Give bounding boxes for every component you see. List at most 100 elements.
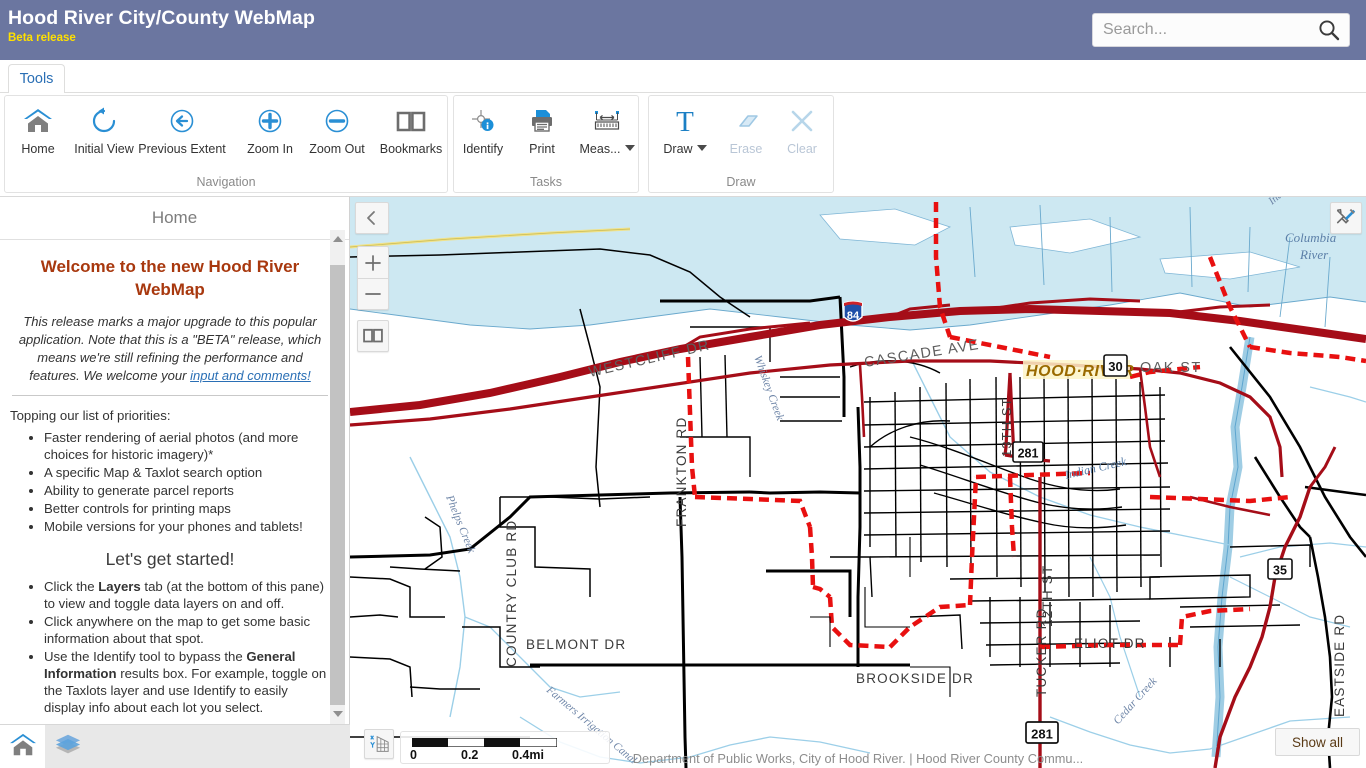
input-and-comments-link[interactable]: input and comments! <box>190 368 311 383</box>
tab-tools[interactable]: Tools <box>8 64 65 93</box>
list-item-pre: Use the Identify tool to bypass the <box>44 649 247 664</box>
left-panel: Home Welcome to the new Hood River WebMa… <box>0 197 350 768</box>
back-arrow-circle-icon <box>167 104 197 138</box>
ribbon-group-navigation: Home Initial View Previous Extent Zoom I… <box>4 95 448 193</box>
map-label-eastside-rd: EASTSIDE RD <box>1332 614 1347 717</box>
task-identify-button[interactable]: Identify <box>451 104 515 166</box>
task-print-label: Print <box>529 142 555 156</box>
nav-zoom-out-button[interactable]: Zoom Out <box>304 104 370 166</box>
task-print-button[interactable]: Print <box>510 104 574 166</box>
left-panel-footer <box>0 724 350 768</box>
list-item: Better controls for printing maps <box>44 500 330 517</box>
tools-wrench-screwdriver-icon <box>1336 208 1356 224</box>
list-item-pre: Click anywhere on the map to get some ba… <box>44 614 311 646</box>
list-item: Faster rendering of aerial photos (and m… <box>44 429 330 463</box>
search-box[interactable] <box>1092 13 1350 47</box>
scroll-down-button[interactable] <box>330 705 345 722</box>
map-scalebar: 0 0.2 0.4mi <box>400 731 610 764</box>
list-item-bold: Layers <box>98 579 141 594</box>
left-panel-title: Home <box>0 197 349 240</box>
ribbon-toolbar: Home Initial View Previous Extent Zoom I… <box>0 93 1366 197</box>
map-label-columbia-river: Columbia <box>1285 230 1337 245</box>
divider <box>12 395 328 396</box>
draw-text-label: Draw <box>663 142 707 156</box>
draw-erase-button: Erase <box>715 104 777 166</box>
xy-grid-icon <box>370 735 389 752</box>
collapse-panel-button[interactable] <box>355 202 389 234</box>
app-subtitle: Beta release <box>8 32 76 44</box>
home-icon <box>8 732 38 763</box>
scalebar-labels: 0 0.2 0.4mi <box>401 748 611 764</box>
app-header: Hood River City/County WebMap Beta relea… <box>0 0 1366 60</box>
book-icon <box>395 104 427 138</box>
nav-zoom-out-label: Zoom Out <box>309 142 365 156</box>
task-identify-label: Identify <box>462 142 504 156</box>
left-panel-scrollbar-thumb[interactable] <box>330 265 345 720</box>
nav-initial-view-button[interactable]: Initial View <box>71 104 137 166</box>
shield-state-281-north: 281 <box>1012 441 1044 463</box>
nav-zoom-in-button[interactable]: Zoom In <box>237 104 303 166</box>
footer-tab-layers[interactable] <box>45 725 90 768</box>
map-label-belmont-dr: BELMONT DR <box>526 637 626 652</box>
ribbon-group-draw-label: Draw <box>726 175 756 189</box>
chevron-down-icon[interactable] <box>696 145 707 151</box>
list-item: Mobile versions for your phones and tabl… <box>44 518 330 535</box>
scalebar-tick-1: 0.2 <box>461 748 479 762</box>
nav-home-button[interactable]: Home <box>5 104 71 166</box>
webmap-application: Hood River City/County WebMap Beta relea… <box>0 0 1366 768</box>
footer-tab-home[interactable] <box>0 725 45 768</box>
ribbon-group-tasks-label: Tasks <box>530 175 562 189</box>
ribbon-group-draw: T Draw Erase Clear Draw <box>648 95 834 193</box>
map-bookmarks-button[interactable] <box>357 320 389 352</box>
search-input[interactable] <box>1093 15 1349 45</box>
list-item: Ability to generate parcel reports <box>44 482 330 499</box>
plus-icon <box>365 254 381 271</box>
draw-text-button[interactable]: T Draw <box>649 104 721 166</box>
task-measure-text: Meas... <box>579 142 621 156</box>
ribbon-group-navigation-label: Navigation <box>196 175 256 189</box>
layers-icon <box>53 732 83 763</box>
svg-text:30: 30 <box>1108 359 1122 374</box>
list-item: A specific Map & Taxlot search option <box>44 464 330 481</box>
get-started-heading: Let's get started! <box>105 549 235 569</box>
map-label-brookside-dr: BROOKSIDE DR <box>856 671 974 686</box>
ribbon-tab-bar: Tools <box>0 60 1366 93</box>
search-icon[interactable] <box>1317 18 1341 42</box>
nav-bookmarks-button[interactable]: Bookmarks <box>378 104 444 166</box>
scroll-up-button[interactable] <box>330 230 345 247</box>
plus-circle-icon <box>255 104 285 138</box>
map-label-13th-st: 13TH ST <box>999 397 1014 457</box>
left-panel-content: Welcome to the new Hood River WebMap Thi… <box>0 241 350 724</box>
ribbon-group-tasks: Identify Print Meas... Tasks <box>453 95 639 193</box>
list-item: Click anywhere on the map to get some ba… <box>44 613 330 647</box>
nav-home-label: Home <box>21 142 55 156</box>
shield-state-35: 35 <box>1267 558 1293 580</box>
printer-icon <box>528 104 556 138</box>
eraser-icon <box>731 104 761 138</box>
draw-clear-label: Clear <box>787 142 817 156</box>
map-zoom-out-button[interactable] <box>357 278 389 310</box>
draw-erase-label: Erase <box>729 142 763 156</box>
map-tools-button[interactable] <box>1330 202 1362 234</box>
close-x-icon <box>789 104 815 138</box>
map-label-country-club-rd: COUNTRY CLUB RD <box>504 520 519 667</box>
map-label-12th-st: 12TH ST <box>1040 565 1055 627</box>
coordinates-button[interactable] <box>364 729 394 759</box>
show-all-button[interactable]: Show all <box>1275 728 1360 756</box>
chevron-down-icon[interactable] <box>624 145 635 151</box>
shield-state-281-south: 281 <box>1025 721 1059 744</box>
task-measure-button[interactable]: Meas... <box>572 104 642 166</box>
shield-interstate-84: 84 <box>843 300 863 322</box>
nav-previous-extent-button[interactable]: Previous Extent <box>138 104 226 166</box>
app-brand: Hood River City/County WebMap Beta relea… <box>0 0 315 45</box>
chevron-up-icon <box>332 235 343 242</box>
map-graphic: Columbia River WESTCLIFF DR CASCADE AVE … <box>350 197 1366 768</box>
shield-us-30: 30 <box>1103 354 1128 377</box>
map-zoom-in-button[interactable] <box>357 246 389 278</box>
refresh-circle-icon <box>89 104 119 138</box>
svg-text:River: River <box>1299 247 1329 262</box>
welcome-paragraph: This release marks a major upgrade to th… <box>12 313 328 385</box>
svg-text:T: T <box>676 106 694 136</box>
list-item-pre: Click the <box>44 579 99 594</box>
map-canvas[interactable]: Columbia River WESTCLIFF DR CASCADE AVE … <box>350 197 1366 768</box>
